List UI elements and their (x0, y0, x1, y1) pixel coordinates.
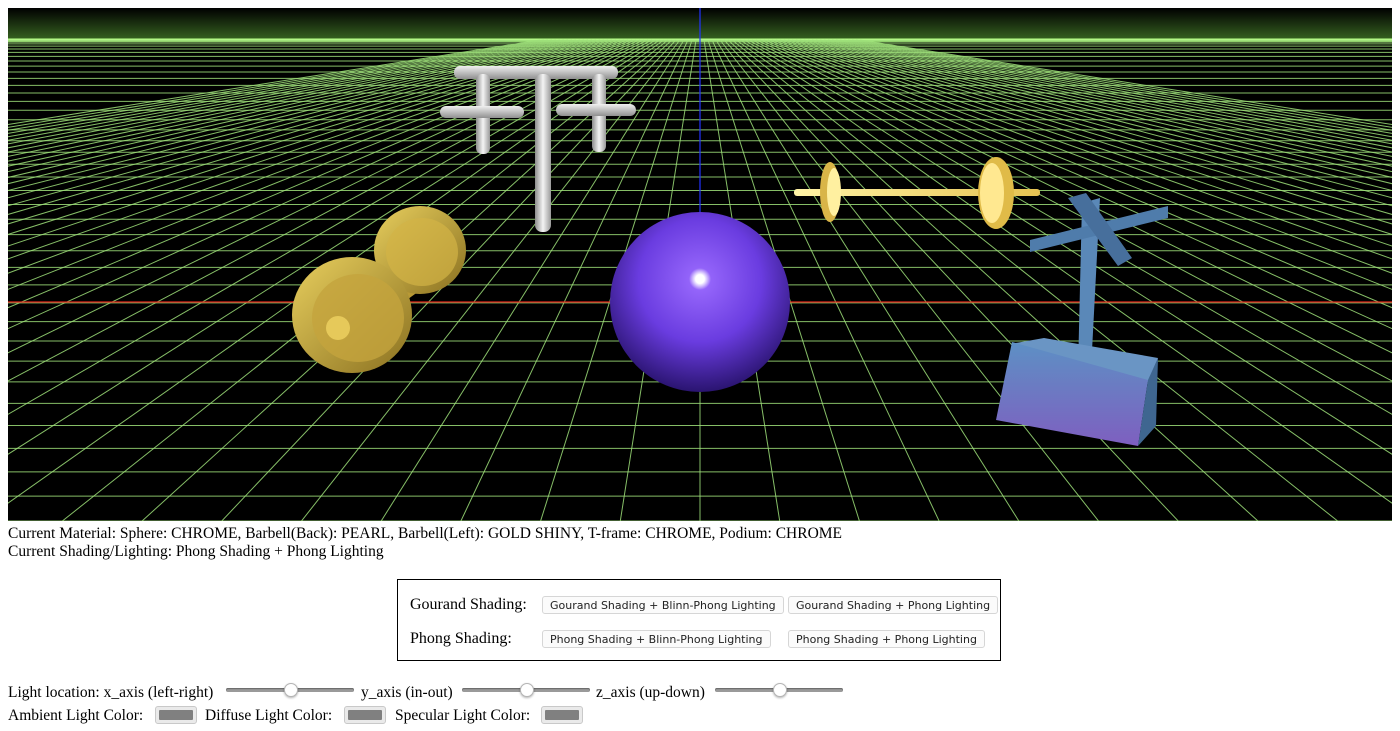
phong-blinn-phong-button[interactable]: Phong Shading + Blinn-Phong Lighting (542, 630, 771, 648)
specular-color-picker[interactable] (541, 706, 583, 724)
y-axis-slider[interactable] (462, 683, 590, 697)
3d-scene (8, 8, 1392, 521)
t-frame-object (440, 66, 636, 232)
light-location-y-label: y_axis (in-out) (361, 684, 453, 701)
phong-phong-button[interactable]: Phong Shading + Phong Lighting (788, 630, 985, 648)
light-location-z-label: z_axis (up-down) (596, 684, 705, 701)
ambient-color-picker[interactable] (155, 706, 197, 724)
webgl-canvas[interactable] (8, 8, 1392, 521)
current-material-text: Current Material: Sphere: CHROME, Barbel… (8, 525, 843, 542)
sphere-object (610, 212, 790, 392)
diffuse-color-label: Diffuse Light Color: (205, 707, 333, 724)
phong-shading-label: Phong Shading: (410, 630, 512, 647)
gourand-shading-label: Gourand Shading: (410, 596, 527, 613)
shading-panel: Gourand Shading: Gourand Shading + Blinn… (397, 579, 1001, 661)
x-axis-slider[interactable] (226, 683, 354, 697)
z-axis-slider[interactable] (715, 683, 843, 697)
light-location-x-label: Light location: x_axis (left-right) (8, 684, 214, 701)
specular-color-label: Specular Light Color: (395, 707, 531, 724)
barbell-left-object (292, 206, 466, 373)
current-shading-text: Current Shading/Lighting: Phong Shading … (8, 543, 384, 560)
gourand-blinn-phong-button[interactable]: Gourand Shading + Blinn-Phong Lighting (542, 596, 784, 614)
ambient-color-label: Ambient Light Color: (8, 707, 144, 724)
diffuse-color-picker[interactable] (344, 706, 386, 724)
gourand-phong-button[interactable]: Gourand Shading + Phong Lighting (788, 596, 999, 614)
